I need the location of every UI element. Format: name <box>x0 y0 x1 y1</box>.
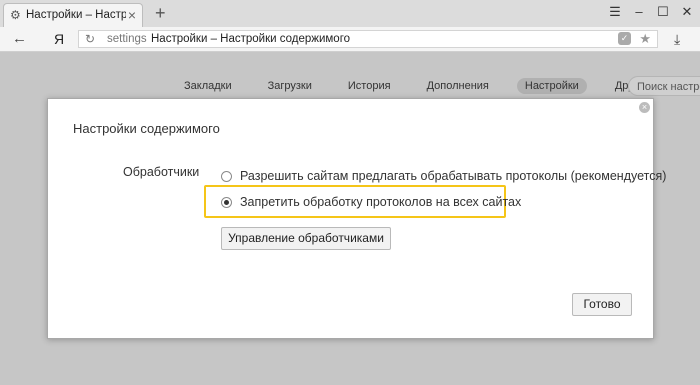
yandex-button[interactable]: Я <box>54 31 64 47</box>
content-settings-dialog: × Настройки содержимого Обработчики Разр… <box>47 98 666 339</box>
nav-item-downloads[interactable]: Загрузки <box>260 78 320 94</box>
allow-protocols-radio[interactable] <box>221 170 232 182</box>
close-icon[interactable]: × <box>639 102 650 113</box>
menu-icon[interactable]: ☰ <box>608 4 622 20</box>
manage-handlers-button[interactable]: Управление обработчиками <box>221 227 391 250</box>
nav-item-bookmarks[interactable]: Закладки <box>176 78 240 94</box>
browser-tab[interactable]: ⚙ Настройки – Настройки × <box>3 3 143 27</box>
url-page-title: Настройки – Настройки содержимого <box>151 33 351 45</box>
block-protocols-label: Запретить обработку протоколов на всех с… <box>240 195 522 209</box>
reload-icon[interactable]: ↻ <box>85 32 95 46</box>
back-arrow-icon[interactable]: ← <box>12 30 27 47</box>
toolbar: ← Я ↻ settings Настройки – Настройки сод… <box>0 27 700 52</box>
nav-item-history[interactable]: История <box>340 78 399 94</box>
url-host: settings <box>107 33 147 45</box>
title-bar: ⚙ Настройки – Настройки × + ☰ – ☐ ✕ <box>0 0 700 28</box>
block-protocols-option[interactable]: Запретить обработку протоколов на всех с… <box>221 195 521 209</box>
star-icon[interactable]: ★ <box>639 31 651 47</box>
nav-item-extensions[interactable]: Дополнения <box>419 78 497 94</box>
close-tab-icon[interactable]: × <box>128 7 136 23</box>
done-button[interactable]: Готово <box>572 293 632 316</box>
download-icon[interactable]: ⤓ <box>674 31 680 48</box>
window-controls: ☰ – ☐ ✕ <box>608 4 694 20</box>
settings-nav: Закладки Загрузки История Дополнения Нас… <box>176 78 700 94</box>
nav-item-settings[interactable]: Настройки <box>516 78 587 94</box>
new-tab-button[interactable]: + <box>155 3 166 24</box>
settings-search-input[interactable]: Поиск настроек <box>628 76 700 96</box>
tab-title: Настройки – Настройки <box>26 9 126 21</box>
block-protocols-radio[interactable] <box>221 196 232 208</box>
address-bar[interactable]: ↻ settings Настройки – Настройки содержи… <box>78 30 658 48</box>
minimize-icon[interactable]: – <box>632 4 646 20</box>
gear-icon: ⚙ <box>10 8 21 22</box>
maximize-icon[interactable]: ☐ <box>656 4 670 20</box>
allow-protocols-option[interactable]: Разрешить сайтам предлагать обрабатывать… <box>221 169 666 183</box>
protect-icon[interactable]: ✓ <box>618 32 631 45</box>
dialog-title: Настройки содержимого <box>73 121 220 136</box>
allow-protocols-label: Разрешить сайтам предлагать обрабатывать… <box>240 169 667 183</box>
handlers-section-label: Обработчики <box>123 165 200 179</box>
close-window-icon[interactable]: ✕ <box>680 4 694 20</box>
